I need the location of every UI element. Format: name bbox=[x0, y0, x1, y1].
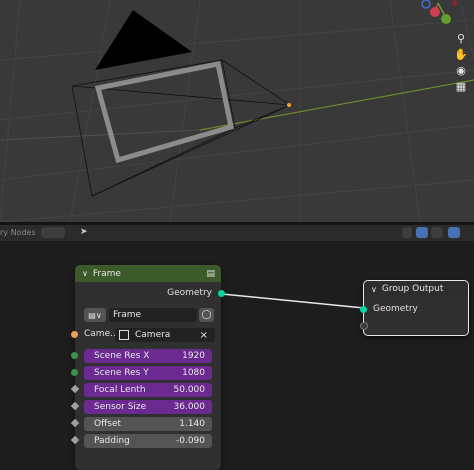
node-tree-icon: ▤∨ bbox=[88, 310, 102, 320]
frame-node[interactable]: ∨ Frame ▤ Geometry ▤∨ Frame ◯ Came... Ca… bbox=[70, 265, 225, 470]
node-editor-header: ry Nodes ➤ bbox=[0, 225, 474, 241]
scene-res-x-socket[interactable] bbox=[71, 352, 78, 359]
group-output-node[interactable]: ∨ Group Output Geometry bbox=[360, 280, 469, 336]
camera-label: Came... bbox=[84, 329, 119, 339]
navigation-gizmo bbox=[421, 0, 458, 24]
offset-field[interactable]: Offset 1.140 bbox=[84, 417, 212, 431]
camera-up-triangle bbox=[95, 10, 192, 70]
camera-object-field[interactable]: Camera × bbox=[115, 328, 215, 342]
padding-field[interactable]: Padding -0.090 bbox=[84, 434, 212, 448]
node-group-icon[interactable]: ▤ bbox=[206, 269, 215, 279]
scene-res-y-field[interactable]: Scene Res Y 1080 bbox=[84, 366, 212, 380]
camera-input-socket[interactable] bbox=[71, 331, 78, 338]
collapse-chevron-icon[interactable]: ∨ bbox=[371, 285, 377, 294]
group-output-title: Group Output bbox=[381, 284, 444, 294]
viewport-scene bbox=[0, 0, 474, 222]
scene-res-x-field[interactable]: Scene Res X 1920 bbox=[84, 349, 212, 363]
camera-frustum bbox=[71, 59, 291, 197]
frame-node-title: Frame bbox=[92, 268, 121, 279]
node-group-name-field[interactable]: Frame bbox=[109, 308, 197, 322]
zoom-icon[interactable]: ⚲ bbox=[453, 30, 469, 46]
node-editor-canvas[interactable]: ∨ Frame ▤ Geometry ▤∨ Frame ◯ Came... Ca… bbox=[0, 241, 474, 470]
perspective-grid-icon[interactable]: ▦ bbox=[453, 78, 469, 94]
sensor-size-field[interactable]: Sensor Size 36.000 bbox=[84, 400, 212, 414]
frame-node-header[interactable]: ∨ Frame ▤ bbox=[75, 265, 221, 282]
collapse-chevron-icon[interactable]: ∨ bbox=[82, 269, 88, 278]
camera-origin-dot bbox=[287, 103, 291, 107]
overlay-icon[interactable] bbox=[402, 227, 412, 238]
fake-user-shield-icon[interactable]: ◯ bbox=[199, 308, 214, 322]
camera-view-icon[interactable]: ◉ bbox=[453, 62, 469, 78]
view-icon[interactable] bbox=[431, 227, 443, 238]
group-output-input-label: Geometry bbox=[373, 304, 418, 314]
clear-x-icon[interactable]: × bbox=[200, 330, 208, 341]
pin-icon[interactable]: ➤ bbox=[80, 227, 88, 237]
geometry-input-socket[interactable] bbox=[360, 306, 367, 313]
editor-type-icon[interactable] bbox=[448, 227, 460, 238]
3d-viewport[interactable]: ⚲ ✋ ◉ ▦ bbox=[0, 0, 474, 222]
scene-res-y-socket[interactable] bbox=[71, 369, 78, 376]
camera-object-icon bbox=[119, 330, 129, 340]
geometry-output-socket[interactable] bbox=[218, 290, 225, 297]
snap-icon[interactable] bbox=[416, 227, 428, 238]
x-axis-line bbox=[199, 79, 474, 131]
frame-output-label: Geometry bbox=[167, 288, 212, 298]
group-output-header[interactable]: ∨ Group Output bbox=[364, 281, 468, 297]
empty-input-socket[interactable] bbox=[360, 322, 368, 330]
fake-user-toggle[interactable] bbox=[41, 227, 65, 238]
pan-hand-icon[interactable]: ✋ bbox=[453, 46, 469, 62]
editor-title: ry Nodes bbox=[0, 228, 36, 237]
node-group-selector-button[interactable]: ▤∨ bbox=[84, 308, 106, 322]
focal-length-field[interactable]: Focal Lenth 50.000 bbox=[84, 383, 212, 397]
